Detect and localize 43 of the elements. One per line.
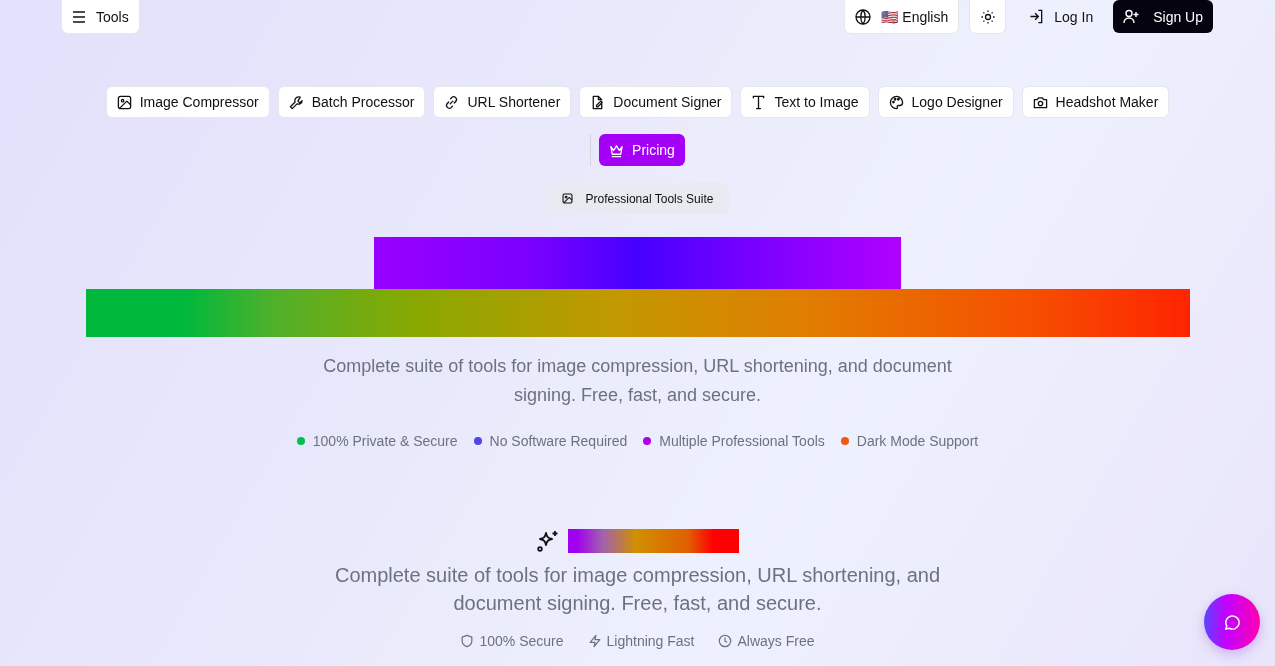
login-icon	[1029, 9, 1045, 24]
tool-nav-button[interactable]: URL Shortener	[433, 86, 572, 118]
camera-icon	[1032, 94, 1048, 110]
menu-icon	[72, 10, 86, 23]
wrench-icon	[288, 94, 304, 110]
tool-nav-button[interactable]: Headshot Maker	[1021, 86, 1170, 118]
pricing-button[interactable]: Pricing	[599, 134, 685, 166]
chat-button[interactable]	[1204, 594, 1260, 650]
language-button[interactable]: 🇺🇸 English	[845, 0, 959, 33]
tools-menu-button[interactable]: Tools	[62, 0, 139, 33]
document-pen-icon	[590, 94, 606, 110]
feature-label: Dark Mode Support	[856, 433, 979, 449]
trust-label: Lightning Fast	[606, 633, 695, 649]
text-icon	[751, 94, 767, 110]
trust-label: Always Free	[737, 633, 815, 649]
feature-label: No Software Required	[489, 433, 628, 449]
hero-description: Complete suite of tools for image compression, URL shortening, and document signing. Free, fast, and secure.	[322, 355, 953, 407]
tool-nav-button[interactable]: Batch Processor	[277, 86, 426, 118]
section-badge: Professional Tools Suite	[545, 183, 730, 214]
trust-label: 100% Secure	[479, 633, 564, 649]
lightning-icon	[587, 634, 602, 648]
login-button[interactable]: Log In	[1017, 0, 1102, 33]
clock-icon	[718, 634, 733, 648]
image-icon	[116, 94, 132, 110]
tool-nav-button[interactable]: Logo Designer	[877, 86, 1014, 118]
tool-nav-button[interactable]: Document Signer	[579, 86, 733, 118]
link-icon	[444, 94, 460, 110]
crown-icon	[609, 142, 625, 158]
globe-icon	[855, 8, 872, 25]
signup-button[interactable]: Sign Up	[1113, 0, 1213, 33]
feature-label: 100% Private & Secure	[312, 433, 458, 449]
theme-toggle-button[interactable]	[970, 0, 1006, 33]
shield-icon	[460, 634, 475, 648]
chat-bubble-icon	[1223, 613, 1241, 631]
section-description: Complete suite of tools for image compression, URL shortening, and document signing. Free, fast, and secure.	[333, 563, 942, 616]
tool-nav-button[interactable]: Image Compressor	[105, 86, 270, 118]
sun-icon	[980, 9, 995, 24]
sparkles-icon	[536, 529, 560, 553]
palette-icon	[888, 94, 904, 110]
add-user-icon	[1123, 9, 1140, 24]
feature-label: Multiple Professional Tools	[659, 433, 825, 449]
image-icon	[561, 193, 573, 204]
tool-nav-button[interactable]: Text to Image	[740, 86, 870, 118]
